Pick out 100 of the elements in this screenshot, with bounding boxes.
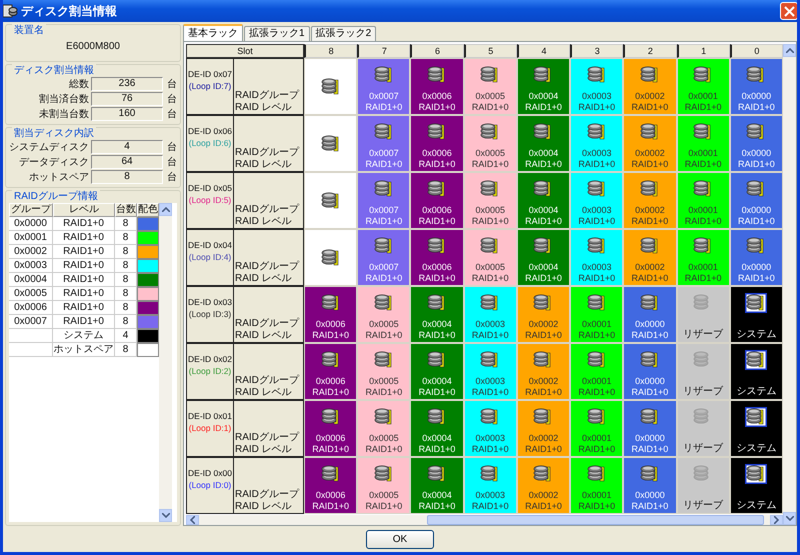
- disk-slot[interactable]: 0x0001 RAID1+0: [676, 229, 730, 286]
- disk-slot[interactable]: システム: [730, 400, 783, 457]
- disk-slot[interactable]: 0x0003 RAID1+0: [464, 286, 517, 343]
- disk-slot[interactable]: 0x0004 RAID1+0: [410, 457, 464, 514]
- disk-slot[interactable]: 0x0007 RAID1+0: [357, 58, 410, 115]
- group-id-label: 0x0002: [635, 91, 665, 102]
- disk-slot[interactable]: 0x0001 RAID1+0: [676, 58, 730, 115]
- disk-slot[interactable]: リザーブ: [676, 286, 730, 343]
- scroll-thumb[interactable]: [427, 515, 764, 525]
- disk-slot[interactable]: 0x0001 RAID1+0: [570, 343, 624, 400]
- disk-slot[interactable]: 0x0004 RAID1+0: [516, 229, 570, 286]
- disk-slot[interactable]: 0x0003 RAID1+0: [570, 229, 624, 286]
- group-id-label: 0x0007: [369, 91, 399, 102]
- chevron-right-icon: [774, 516, 779, 524]
- disk-slot[interactable]: リザーブ: [676, 457, 730, 514]
- disk-slot[interactable]: 0x0001 RAID1+0: [676, 115, 730, 172]
- scroll-down-button[interactable]: [783, 512, 796, 525]
- disk-slot[interactable]: 0x0004 RAID1+0: [410, 343, 464, 400]
- disk-slot[interactable]: 0x0003 RAID1+0: [570, 115, 624, 172]
- disk-slot[interactable]: 0x0005 RAID1+0: [464, 229, 517, 286]
- scroll-up-button[interactable]: [159, 203, 172, 216]
- disk-slot[interactable]: 0x0001 RAID1+0: [570, 400, 624, 457]
- disk-slot[interactable]: 0x0007 RAID1+0: [357, 229, 410, 286]
- disk-slot[interactable]: 0x0003 RAID1+0: [464, 343, 517, 400]
- raid-level-label: RAID1+0: [418, 444, 456, 455]
- disk-slot[interactable]: システム: [730, 457, 783, 514]
- disk-slot[interactable]: 0x0006 RAID1+0: [410, 229, 464, 286]
- vertical-scrollbar[interactable]: [159, 203, 172, 522]
- tab[interactable]: 拡張ラック1: [244, 26, 310, 41]
- disk-slot[interactable]: 0x0003 RAID1+0: [570, 172, 624, 229]
- disk-slot[interactable]: 0x0002 RAID1+0: [516, 457, 570, 514]
- disk-slot[interactable]: リザーブ: [676, 400, 730, 457]
- disk-slot[interactable]: 0x0005 RAID1+0: [357, 400, 410, 457]
- value-field: 76: [91, 92, 163, 106]
- scroll-down-button[interactable]: [159, 509, 172, 522]
- tab[interactable]: 基本ラック: [183, 24, 243, 41]
- tab[interactable]: 拡張ラック2: [310, 26, 376, 41]
- disk-slot[interactable]: 0x0004 RAID1+0: [516, 115, 570, 172]
- disk-slot[interactable]: 0x0005 RAID1+0: [464, 58, 517, 115]
- disk-slot[interactable]: 0x0000 RAID1+0: [623, 457, 677, 514]
- group-id-label: 0x0000: [742, 148, 772, 159]
- disk-slot[interactable]: 0x0003 RAID1+0: [464, 457, 517, 514]
- disk-slot[interactable]: 0x0002 RAID1+0: [623, 172, 677, 229]
- disk-slot[interactable]: 0x0002 RAID1+0: [623, 115, 677, 172]
- disk-slot[interactable]: 0x0003 RAID1+0: [464, 400, 517, 457]
- disk-slot[interactable]: 0x0002 RAID1+0: [623, 58, 677, 115]
- disk-slot[interactable]: [304, 115, 358, 172]
- disk-slot[interactable]: 0x0001 RAID1+0: [570, 457, 624, 514]
- disk-slot[interactable]: 0x0004 RAID1+0: [410, 400, 464, 457]
- vertical-scrollbar[interactable]: [783, 44, 796, 525]
- disk-slot[interactable]: 0x0002 RAID1+0: [516, 286, 570, 343]
- disk-slot[interactable]: 0x0000 RAID1+0: [730, 172, 783, 229]
- disk-slot[interactable]: 0x0006 RAID1+0: [304, 343, 358, 400]
- disk-slot[interactable]: 0x0006 RAID1+0: [410, 115, 464, 172]
- disk-slot[interactable]: 0x0001 RAID1+0: [570, 286, 624, 343]
- disk-slot[interactable]: 0x0005 RAID1+0: [357, 343, 410, 400]
- disk-slot[interactable]: 0x0000 RAID1+0: [623, 400, 677, 457]
- disk-slot[interactable]: システム: [730, 286, 783, 343]
- disk-slot[interactable]: 0x0004 RAID1+0: [516, 58, 570, 115]
- disk-slot[interactable]: 0x0006 RAID1+0: [410, 172, 464, 229]
- disk-slot[interactable]: 0x0004 RAID1+0: [516, 172, 570, 229]
- ok-button[interactable]: OK: [366, 530, 434, 548]
- group-id-label: 0x0001: [688, 205, 718, 216]
- disk-slot[interactable]: 0x0005 RAID1+0: [464, 172, 517, 229]
- chevron-up-icon: [786, 48, 794, 53]
- disk-slot[interactable]: 0x0005 RAID1+0: [357, 457, 410, 514]
- disk-slot[interactable]: 0x0006 RAID1+0: [304, 286, 358, 343]
- disk-slot[interactable]: [304, 172, 358, 229]
- scroll-left-button[interactable]: [186, 515, 199, 525]
- disk-slot[interactable]: 0x0000 RAID1+0: [730, 115, 783, 172]
- disk-slot[interactable]: 0x0005 RAID1+0: [357, 286, 410, 343]
- disk-slot[interactable]: 0x0006 RAID1+0: [410, 58, 464, 115]
- disk-slot[interactable]: 0x0000 RAID1+0: [730, 229, 783, 286]
- disk-slot[interactable]: 0x0000 RAID1+0: [623, 286, 677, 343]
- disk-slot[interactable]: 0x0003 RAID1+0: [570, 58, 624, 115]
- disk-slot[interactable]: リザーブ: [676, 343, 730, 400]
- disk-slot[interactable]: 0x0002 RAID1+0: [623, 229, 677, 286]
- disk-slot[interactable]: [304, 229, 358, 286]
- raid-level-label: RAID1+0: [472, 330, 509, 341]
- disk-slot[interactable]: システム: [730, 343, 783, 400]
- close-button[interactable]: [780, 2, 797, 20]
- disk-slot[interactable]: 0x0006 RAID1+0: [304, 400, 358, 457]
- scroll-up-button[interactable]: [783, 44, 796, 57]
- disk-slot[interactable]: 0x0006 RAID1+0: [304, 457, 358, 514]
- disk-slot[interactable]: 0x0005 RAID1+0: [464, 115, 517, 172]
- group-id-label: 0x0004: [528, 205, 558, 216]
- unit-label: 台: [166, 170, 177, 184]
- horizontal-scrollbar[interactable]: [186, 515, 783, 525]
- disk-slot[interactable]: [304, 58, 358, 115]
- system-label: システム: [736, 328, 776, 341]
- disk-slot[interactable]: 0x0001 RAID1+0: [676, 172, 730, 229]
- loop-id-label: (Loop ID:7): [188, 81, 232, 91]
- disk-slot[interactable]: 0x0002 RAID1+0: [516, 343, 570, 400]
- disk-slot[interactable]: 0x0000 RAID1+0: [623, 343, 677, 400]
- disk-slot[interactable]: 0x0002 RAID1+0: [516, 400, 570, 457]
- scroll-right-button[interactable]: [770, 515, 783, 525]
- disk-slot[interactable]: 0x0004 RAID1+0: [410, 286, 464, 343]
- disk-slot[interactable]: 0x0000 RAID1+0: [730, 58, 783, 115]
- disk-slot[interactable]: 0x0007 RAID1+0: [357, 172, 410, 229]
- disk-slot[interactable]: 0x0007 RAID1+0: [357, 115, 410, 172]
